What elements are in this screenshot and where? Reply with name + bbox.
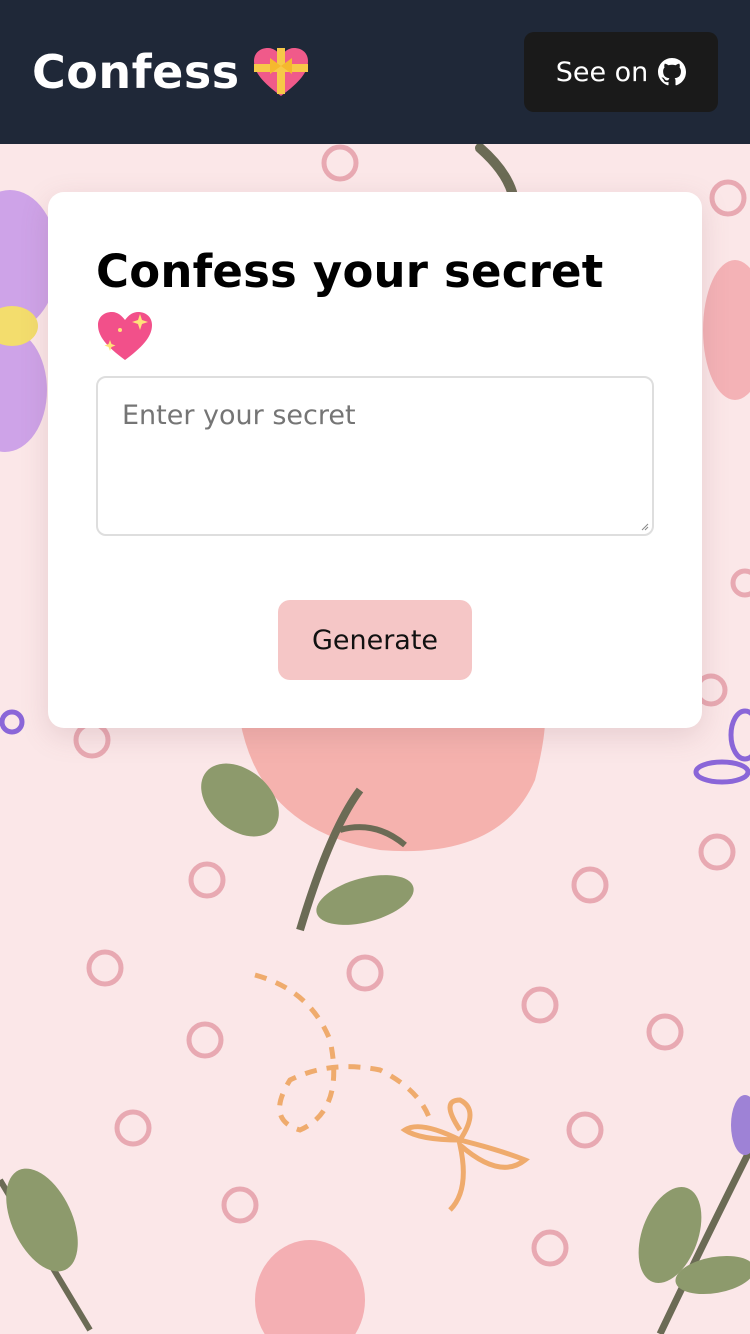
brand-name: Confess xyxy=(32,45,240,99)
heart-with-ribbon-icon xyxy=(253,48,308,96)
resize-handle-icon[interactable] xyxy=(641,523,649,531)
leaf-right-icon xyxy=(638,1095,750,1334)
leaf-left-icon xyxy=(0,1168,93,1332)
brand[interactable]: Confess xyxy=(32,45,310,99)
secret-input[interactable] xyxy=(122,400,628,512)
confession-card: Confess your secret Generate xyxy=(48,192,702,728)
github-icon xyxy=(658,58,687,86)
sparkling-heart-icon xyxy=(98,312,152,360)
top-navbar: Confess See on xyxy=(0,0,750,144)
see-on-github-button[interactable]: See on xyxy=(524,32,718,112)
generate-button[interactable]: Generate xyxy=(278,600,472,680)
pink-flower-icon xyxy=(201,720,545,932)
github-button-label: See on xyxy=(555,56,649,88)
card-title: Confess your secret xyxy=(96,245,604,298)
generate-row: Generate xyxy=(96,600,654,680)
pink-bud-bottom-icon xyxy=(255,1240,365,1334)
secret-input-wrapper xyxy=(96,376,654,536)
bow-icon xyxy=(254,972,530,1212)
